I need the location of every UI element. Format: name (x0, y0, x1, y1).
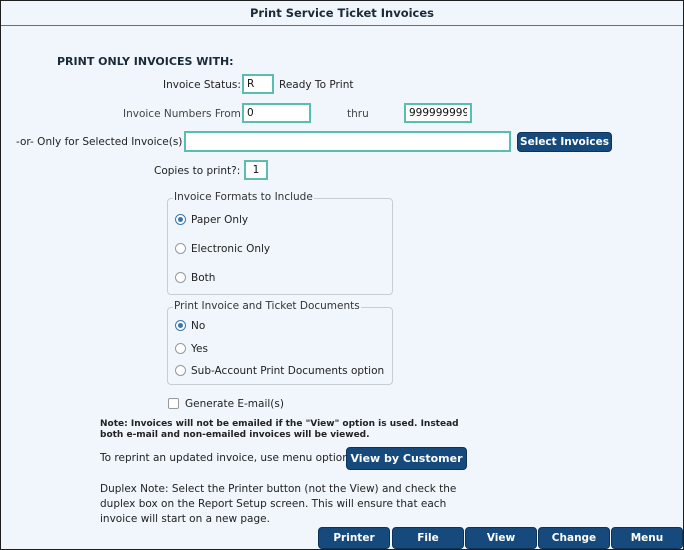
change-button[interactable]: Change (538, 527, 610, 549)
printer-button[interactable]: Printer (318, 527, 390, 549)
select-invoices-button[interactable]: Select Invoices (517, 132, 612, 152)
view-button[interactable]: View (465, 527, 537, 549)
invoice-status-input[interactable] (242, 74, 274, 94)
selected-invoices-input[interactable] (184, 131, 511, 152)
email-note: Note: Invoices will not be emailed if th… (100, 419, 459, 440)
documents-yes-label[interactable]: Yes (191, 343, 208, 355)
documents-no-radio[interactable] (175, 320, 186, 331)
invoice-formats-legend: Invoice Formats to Include (173, 191, 314, 203)
generate-email-checkbox[interactable] (168, 398, 179, 409)
invoice-status-description: Ready To Print (279, 79, 354, 91)
generate-email-label[interactable]: Generate E-mail(s) (185, 398, 284, 410)
sub-account-documents-label[interactable]: Sub-Account Print Documents option (191, 365, 384, 377)
duplex-note: Duplex Note: Select the Printer button (… (100, 483, 457, 525)
invoice-status-label: Invoice Status: (163, 79, 241, 91)
section-heading: PRINT ONLY INVOICES WITH: (57, 55, 234, 68)
documents-yes-radio[interactable] (175, 343, 186, 354)
invoice-thru-input[interactable] (404, 103, 472, 123)
electronic-only-radio[interactable] (175, 243, 186, 254)
copies-label: Copies to print?: (154, 165, 241, 177)
paper-only-label[interactable]: Paper Only (191, 214, 248, 226)
sub-account-documents-radio[interactable] (175, 365, 186, 376)
copies-input[interactable] (244, 160, 268, 180)
reprint-label: To reprint an updated invoice, use menu … (100, 452, 349, 464)
electronic-only-label[interactable]: Electronic Only (191, 243, 270, 255)
file-button[interactable]: File (392, 527, 464, 549)
print-invoices-window: Print Service Ticket Invoices PRINT ONLY… (0, 0, 684, 550)
print-documents-legend: Print Invoice and Ticket Documents (173, 300, 361, 312)
thru-label: thru (347, 108, 369, 120)
selected-invoices-label: -or- Only for Selected Invoice(s) (16, 136, 183, 148)
menu-button[interactable]: Menu (611, 527, 683, 549)
both-radio[interactable] (175, 272, 186, 283)
documents-no-label[interactable]: No (191, 320, 205, 332)
invoice-numbers-from-label: Invoice Numbers From: (123, 108, 245, 120)
both-label[interactable]: Both (191, 272, 215, 284)
window-title: Print Service Ticket Invoices (1, 1, 683, 26)
view-by-customer-button[interactable]: View by Customer (346, 447, 467, 470)
invoice-from-input[interactable] (242, 103, 311, 123)
paper-only-radio[interactable] (175, 214, 186, 225)
